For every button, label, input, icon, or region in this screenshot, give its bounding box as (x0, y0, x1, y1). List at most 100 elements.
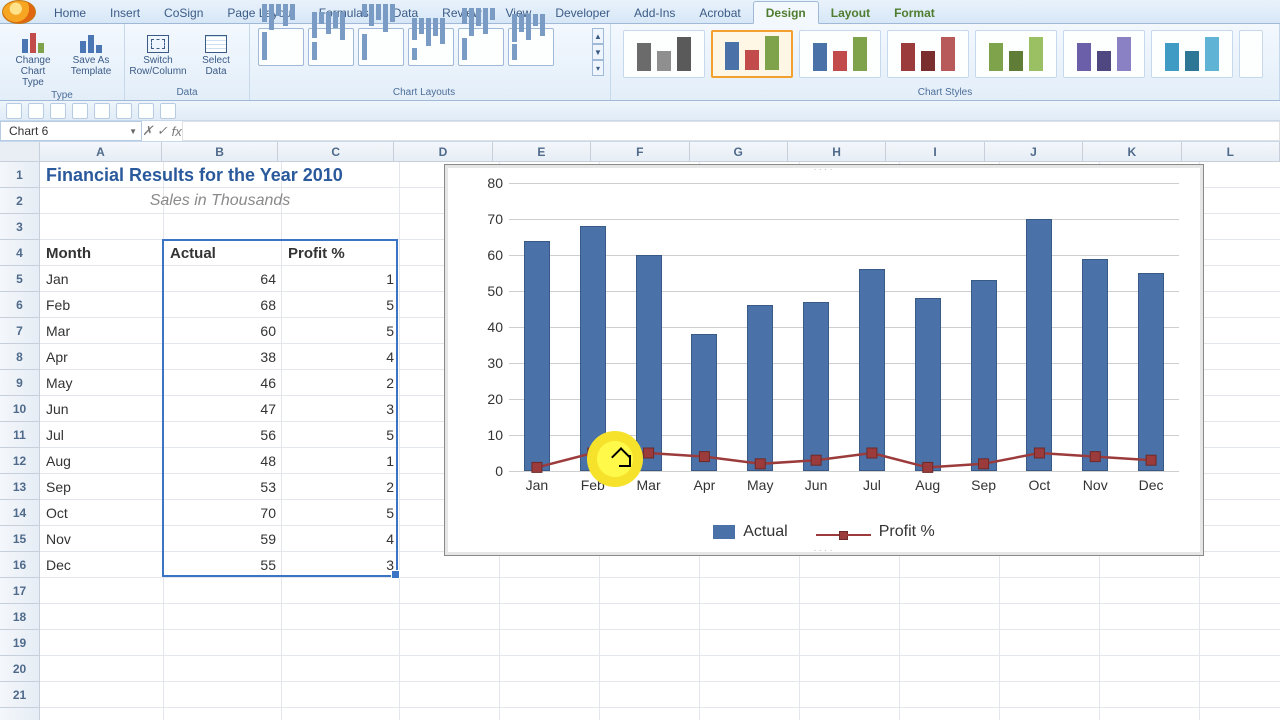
col-header[interactable]: F (591, 142, 689, 161)
switch-row-column-button[interactable]: Switch Row/Column (131, 26, 185, 78)
col-header[interactable]: G (690, 142, 788, 161)
save-as-template-button[interactable]: Save As Template (64, 26, 118, 78)
chart-plot-area[interactable]: 01020304050607080JanFebMarAprMayJunJulAu… (509, 183, 1179, 471)
row-header[interactable]: 11 (0, 422, 39, 448)
chart-style-thumb[interactable] (1239, 30, 1263, 78)
cell[interactable]: 53 (164, 474, 282, 500)
col-header[interactable]: A (40, 142, 162, 161)
row-header[interactable]: 18 (0, 604, 39, 630)
col-header[interactable]: H (788, 142, 886, 161)
col-header[interactable]: K (1083, 142, 1181, 161)
cell[interactable]: 56 (164, 422, 282, 448)
tab-design[interactable]: Design (753, 1, 819, 24)
tab-cosign[interactable]: CoSign (152, 2, 215, 23)
chart-layout-thumb[interactable] (408, 28, 454, 66)
cell[interactable]: Oct (40, 500, 164, 526)
embedded-chart[interactable]: 01020304050607080JanFebMarAprMayJunJulAu… (444, 164, 1204, 556)
tab-acrobat[interactable]: Acrobat (687, 2, 752, 23)
layouts-spin[interactable]: ▼ (592, 44, 604, 60)
tab-developer[interactable]: Developer (543, 2, 622, 23)
cell[interactable]: 2 (282, 474, 400, 500)
fx-button[interactable]: ✗ ✓ fx (142, 121, 182, 141)
select-data-button[interactable]: Select Data (189, 26, 243, 78)
cell[interactable]: Nov (40, 526, 164, 552)
col-header[interactable]: B (162, 142, 278, 161)
legend-entry-profit[interactable]: Profit % (816, 523, 935, 541)
dropdown-icon[interactable]: ▼ (129, 127, 137, 136)
row-header[interactable]: 21 (0, 682, 39, 708)
col-header[interactable]: C (278, 142, 394, 161)
chart-style-thumb[interactable] (975, 30, 1057, 78)
cell[interactable]: Apr (40, 344, 164, 370)
qat-preview-icon[interactable] (94, 103, 110, 119)
cell[interactable]: 5 (282, 500, 400, 526)
cell[interactable]: 4 (282, 344, 400, 370)
cell[interactable]: 4 (282, 526, 400, 552)
chart-legend[interactable]: Actual Profit % (445, 523, 1203, 541)
cell[interactable]: Jan (40, 266, 164, 292)
cell[interactable]: 47 (164, 396, 282, 422)
chart-style-thumb[interactable] (623, 30, 705, 78)
layouts-spin[interactable]: ▲ (592, 28, 604, 44)
col-header[interactable]: E (493, 142, 591, 161)
row-header[interactable]: 1 (0, 162, 39, 188)
qat-print-icon[interactable] (72, 103, 88, 119)
row-header[interactable]: 16 (0, 552, 39, 578)
chart-style-thumb[interactable] (799, 30, 881, 78)
row-header[interactable]: 13 (0, 474, 39, 500)
column-headers[interactable]: ABCDEFGHIJKL (40, 142, 1280, 162)
cell[interactable]: Mar (40, 318, 164, 344)
chart-style-thumb[interactable] (711, 30, 793, 78)
cell[interactable]: 59 (164, 526, 282, 552)
row-header[interactable]: 10 (0, 396, 39, 422)
chart-line-series[interactable] (509, 183, 1179, 471)
formula-bar[interactable] (182, 121, 1280, 141)
cell[interactable]: Jul (40, 422, 164, 448)
cell[interactable]: Month (40, 240, 164, 266)
cell[interactable]: 48 (164, 448, 282, 474)
cell[interactable]: 1 (282, 448, 400, 474)
cell[interactable]: Feb (40, 292, 164, 318)
row-header[interactable]: 5 (0, 266, 39, 292)
qat-undo-icon[interactable] (28, 103, 44, 119)
tab-insert[interactable]: Insert (98, 2, 152, 23)
chart-layout-thumb[interactable] (358, 28, 404, 66)
col-header[interactable]: L (1182, 142, 1280, 161)
col-header[interactable]: D (394, 142, 492, 161)
qat-redo-icon[interactable] (50, 103, 66, 119)
cell[interactable]: 5 (282, 422, 400, 448)
cell[interactable]: 2 (282, 370, 400, 396)
cell[interactable]: 38 (164, 344, 282, 370)
name-box[interactable]: Chart 6 ▼ (0, 121, 142, 141)
cell[interactable]: 46 (164, 370, 282, 396)
cell[interactable]: Jun (40, 396, 164, 422)
cell[interactable]: Aug (40, 448, 164, 474)
chart-layout-thumb[interactable] (258, 28, 304, 66)
row-header[interactable]: 8 (0, 344, 39, 370)
row-header[interactable]: 20 (0, 656, 39, 682)
tab-add-ins[interactable]: Add-Ins (622, 2, 687, 23)
cell[interactable]: 5 (282, 292, 400, 318)
cell[interactable]: 64 (164, 266, 282, 292)
cell[interactable]: 1 (282, 266, 400, 292)
select-all-corner[interactable] (0, 142, 40, 162)
cell[interactable]: Financial Results for the Year 2010 (40, 162, 400, 188)
row-header[interactable]: 4 (0, 240, 39, 266)
chart-style-thumb[interactable] (1151, 30, 1233, 78)
cell[interactable]: 3 (282, 396, 400, 422)
tab-home[interactable]: Home (42, 2, 98, 23)
qat-filter-icon[interactable] (138, 103, 154, 119)
chart-style-thumb[interactable] (887, 30, 969, 78)
legend-entry-actual[interactable]: Actual (713, 523, 787, 541)
cell[interactable]: Actual (164, 240, 282, 266)
row-header[interactable]: 12 (0, 448, 39, 474)
cell[interactable]: May (40, 370, 164, 396)
worksheet[interactable]: ABCDEFGHIJKL 123456789101112131415161718… (0, 142, 1280, 720)
row-header[interactable]: 19 (0, 630, 39, 656)
layouts-spin[interactable]: ▾ (592, 60, 604, 76)
cell[interactable]: 70 (164, 500, 282, 526)
cell[interactable]: 5 (282, 318, 400, 344)
chart-layout-thumb[interactable] (458, 28, 504, 66)
tab-layout[interactable]: Layout (819, 2, 882, 23)
col-header[interactable]: J (985, 142, 1083, 161)
